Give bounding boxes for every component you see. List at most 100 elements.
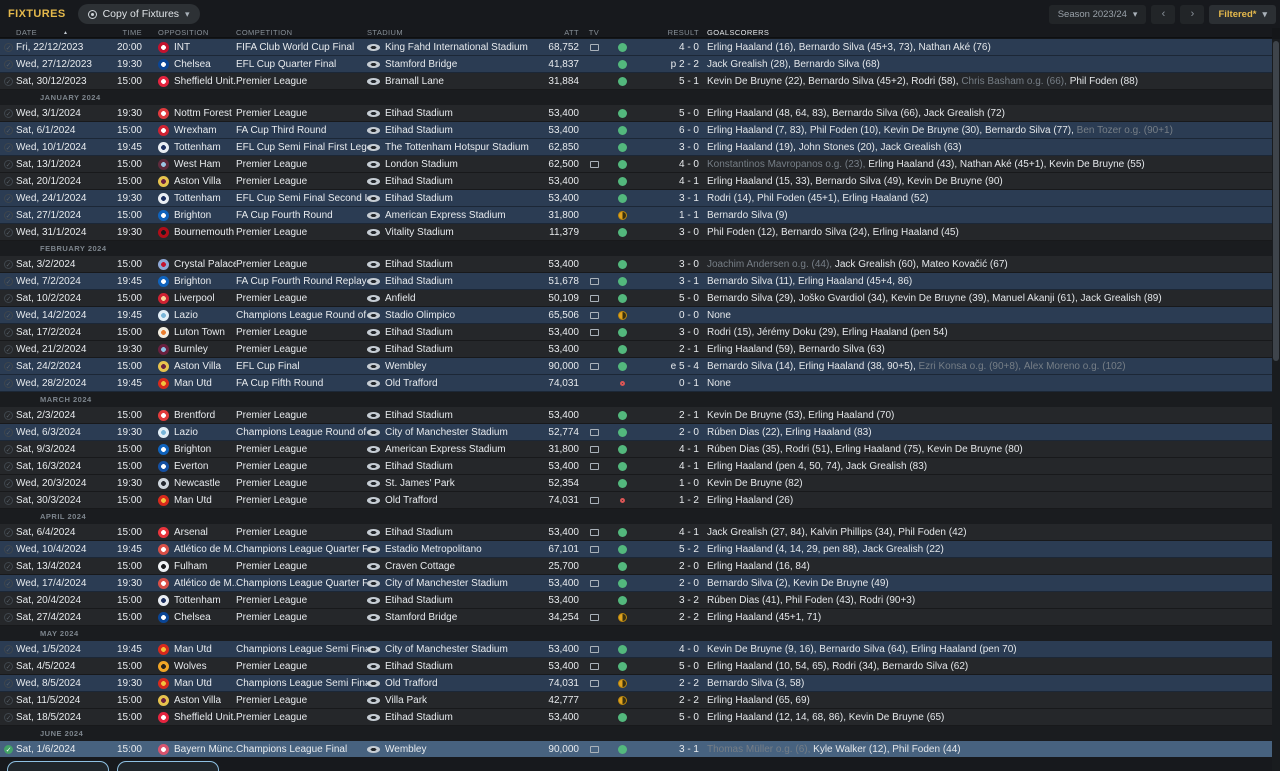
fixture-row[interactable]: ✓ Sat, 16/3/2024 15:00 Everton Premier Leagu… xyxy=(0,458,1272,475)
competition-name: Premier League xyxy=(236,460,308,472)
column-header-attendance[interactable]: ATT xyxy=(533,28,579,37)
fixture-row[interactable]: ✓ Sat, 6/4/2024 15:00 Arsenal Premier League… xyxy=(0,524,1272,541)
fixture-row[interactable]: ✓ Sat, 30/12/2023 15:00 Sheffield Unit... Pr… xyxy=(0,73,1272,90)
attendance-value: 74,031 xyxy=(548,377,579,389)
bottom-action-button-1[interactable] xyxy=(7,761,109,771)
fixture-row[interactable]: ✓ Wed, 10/1/2024 19:45 Tottenham EFL Cup Sem… xyxy=(0,139,1272,156)
fixture-row[interactable]: ✓ Wed, 24/1/2024 19:30 Tottenham EFL Cup Sem… xyxy=(0,190,1272,207)
month-section-header: FEBRUARY 2024 xyxy=(0,241,1272,256)
column-header-result[interactable]: RESULT xyxy=(635,28,699,37)
stadium-name: Anfield xyxy=(385,292,416,304)
competition-name: Premier League xyxy=(236,711,308,723)
fixture-row[interactable]: ✓ Sat, 3/2/2024 15:00 Crystal Palace Premier… xyxy=(0,256,1272,273)
fixture-date: Sat, 6/4/2024 xyxy=(16,526,76,538)
fixture-row[interactable]: ✓ Wed, 17/4/2024 19:30 Atlético de M... Cham… xyxy=(0,575,1272,592)
fixture-date: Sat, 20/4/2024 xyxy=(16,594,82,606)
attendance-value: 53,400 xyxy=(548,526,579,538)
fixture-row[interactable]: ✓ Wed, 20/3/2024 19:30 Newcastle Premier Lea… xyxy=(0,475,1272,492)
fixture-row[interactable]: ✓ Sat, 4/5/2024 15:00 Wolves Premier League E… xyxy=(0,658,1272,675)
competition-name: EFL Cup Final xyxy=(236,360,300,372)
goalscorers-list: Erling Haaland (pen 4, 50, 74), Jack Gre… xyxy=(707,461,1272,472)
fixture-date: Sat, 11/5/2024 xyxy=(16,694,81,706)
fixture-row[interactable]: ✓ Sat, 9/3/2024 15:00 Brighton Premier Leagu… xyxy=(0,441,1272,458)
fixture-row[interactable]: ✓ Wed, 3/1/2024 19:30 Nottm Forest Premier L… xyxy=(0,105,1272,122)
fixture-row[interactable]: ✓ Sat, 2/3/2024 15:00 Brentford Premier Leag… xyxy=(0,407,1272,424)
stadium-name: St. James' Park xyxy=(385,477,455,489)
bottom-action-button-2[interactable] xyxy=(117,761,219,771)
goalscorer: Jack Grealish (28), xyxy=(707,58,794,70)
goalscorer: Jack Grealish (63) xyxy=(880,141,962,153)
attendance-value: 51,678 xyxy=(548,275,579,287)
opposition-name: Arsenal xyxy=(174,526,208,538)
fixture-row[interactable]: ✓ Sat, 1/6/2024 15:00 Bayern Münc... Champio… xyxy=(0,741,1272,758)
fixture-row[interactable]: ✓ Wed, 1/5/2024 19:45 Man Utd Champions Leag… xyxy=(0,641,1272,658)
fixture-row[interactable]: ✓ Sat, 10/2/2024 15:00 Liverpool Premier Lea… xyxy=(0,290,1272,307)
fixture-row[interactable]: ✓ Sat, 11/5/2024 15:00 Aston Villa Premier L… xyxy=(0,692,1272,709)
fixture-row[interactable]: ✓ Sat, 13/4/2024 15:00 Fulham Premier League… xyxy=(0,558,1272,575)
fixture-row[interactable]: ✓ Fri, 22/12/2023 20:00 INT FIFA Club World … xyxy=(0,39,1272,56)
season-selector-dropdown[interactable]: Season 2023/24 ▾ xyxy=(1048,4,1147,24)
stadium-name: Etihad Stadium xyxy=(385,124,453,136)
fixture-row[interactable]: ✓ Sat, 6/1/2024 15:00 Wrexham FA Cup Third R… xyxy=(0,122,1272,139)
goalscorer: Phil Foden (44) xyxy=(892,743,961,755)
scrollbar-track[interactable] xyxy=(1272,39,1280,771)
column-header-goalscorers[interactable]: GOALSCORERS xyxy=(707,28,1272,37)
fixture-time: 19:30 xyxy=(116,107,142,119)
fixture-time: 15:00 xyxy=(116,158,142,170)
fixture-row[interactable]: ✓ Wed, 28/2/2024 19:45 Man Utd FA Cup Fifth … xyxy=(0,375,1272,392)
page-title: FIXTURES xyxy=(8,8,66,20)
competition-name: Premier League xyxy=(236,660,308,672)
fixture-row[interactable]: ✓ Wed, 14/2/2024 19:45 Lazio Champions Leagu… xyxy=(0,307,1272,324)
stadium-name: Old Trafford xyxy=(385,677,438,689)
fixture-row[interactable]: ✓ Sat, 20/4/2024 15:00 Tottenham Premier Lea… xyxy=(0,592,1272,609)
fixture-date: Sat, 30/12/2023 xyxy=(16,75,87,87)
fixture-row[interactable]: ✓ Sat, 18/5/2024 15:00 Sheffield Unit... Pre… xyxy=(0,709,1272,726)
goalscorer: Erling Haaland (12, 14, 68, 86), xyxy=(707,711,849,723)
fixture-row[interactable]: ✓ Sat, 30/3/2024 15:00 Man Utd Premier Leagu… xyxy=(0,492,1272,509)
view-selector-dropdown[interactable]: Copy of Fixtures ▾ xyxy=(77,4,200,24)
fixture-row[interactable]: ✓ Wed, 21/2/2024 19:30 Burnley Premier Leagu… xyxy=(0,341,1272,358)
goalscorer: Rodri (34), xyxy=(832,660,883,672)
stadium-name: Estadio Metropolitano xyxy=(385,543,482,555)
club-badge-icon xyxy=(158,577,169,589)
column-header-stadium[interactable]: STADIUM xyxy=(367,28,533,37)
stadium-icon xyxy=(367,596,380,604)
fixture-row[interactable]: ✓ Sat, 13/1/2024 15:00 West Ham Premier Leag… xyxy=(0,156,1272,173)
club-badge-icon xyxy=(158,377,169,389)
fixture-row[interactable]: ✓ Wed, 8/5/2024 19:30 Man Utd Champions Leag… xyxy=(0,675,1272,692)
scrollbar-thumb[interactable] xyxy=(1273,41,1279,361)
fixture-row[interactable]: ✓ Sat, 17/2/2024 15:00 Luton Town Premier Le… xyxy=(0,324,1272,341)
club-badge-icon xyxy=(158,107,169,119)
fixture-row[interactable]: ✓ Wed, 27/12/2023 19:30 Chelsea EFL Cup Quar… xyxy=(0,56,1272,73)
fixture-row[interactable]: ✓ Wed, 7/2/2024 19:45 Brighton FA Cup Fourth… xyxy=(0,273,1272,290)
column-header-time[interactable]: TIME xyxy=(102,28,142,37)
club-badge-icon xyxy=(158,643,169,655)
fixture-row[interactable]: ✓ Sat, 20/1/2024 15:00 Aston Villa Premier L… xyxy=(0,173,1272,190)
result-status-icon xyxy=(617,227,627,237)
column-header-date[interactable]: DATE ▲ xyxy=(16,28,102,37)
column-header-tv[interactable]: TV xyxy=(579,28,609,37)
opposition-name: Liverpool xyxy=(174,292,215,304)
fixture-row[interactable]: ✓ Sat, 24/2/2024 15:00 Aston Villa EFL Cup F… xyxy=(0,358,1272,375)
tv-icon xyxy=(589,745,599,753)
result-status-icon xyxy=(617,744,627,754)
previous-season-button[interactable]: ‹ xyxy=(1151,4,1176,24)
fixture-row[interactable]: ✓ Wed, 31/1/2024 19:30 Bournemouth Premier L… xyxy=(0,224,1272,241)
column-header-competition[interactable]: COMPETITION xyxy=(236,28,367,37)
goalscorer: Kevin De Bruyne (53), xyxy=(707,409,809,421)
chevron-down-icon: ▾ xyxy=(1132,8,1138,19)
fixture-row[interactable]: ✓ Sat, 27/4/2024 15:00 Chelsea Premier Leagu… xyxy=(0,609,1272,626)
filter-dropdown[interactable]: Filtered* ▾ xyxy=(1209,4,1276,24)
column-header-opposition[interactable]: OPPOSITION xyxy=(158,28,236,37)
fixture-row[interactable]: ✓ Wed, 10/4/2024 19:45 Atlético de M... Cham… xyxy=(0,541,1272,558)
result-score: 5 - 0 xyxy=(678,660,699,672)
fixture-row[interactable]: ✓ Sat, 27/1/2024 15:00 Brighton FA Cup Fourt… xyxy=(0,207,1272,224)
goalscorer: Erling Haaland (19), xyxy=(707,141,799,153)
goalscorer: Kalvin Phillips (34), xyxy=(810,526,899,538)
played-check-icon: ✓ xyxy=(4,143,13,152)
fixture-date: Sat, 17/2/2024 xyxy=(16,326,82,338)
next-season-button[interactable]: › xyxy=(1180,4,1205,24)
fixture-row[interactable]: ✓ Wed, 6/3/2024 19:30 Lazio Champions League… xyxy=(0,424,1272,441)
goalscorer: Phil Foden (88) xyxy=(1069,75,1139,87)
goalscorers-list: Erling Haaland (45+1, 71) xyxy=(707,612,1272,623)
